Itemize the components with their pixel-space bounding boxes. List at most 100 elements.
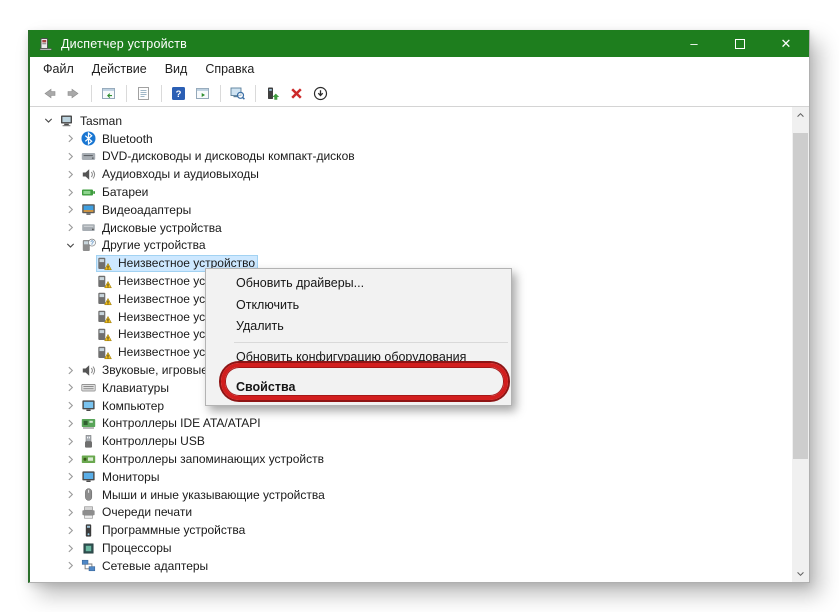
unknown-device-icon [97, 274, 114, 289]
chevron-right-icon[interactable] [60, 168, 80, 181]
sound-icon [81, 363, 98, 378]
printer-icon [81, 505, 98, 520]
back-button[interactable] [40, 84, 60, 104]
computer-icon [59, 113, 76, 128]
tree-item[interactable]: Контроллеры запоминающих устройств [30, 450, 792, 468]
disable-device-button[interactable] [311, 84, 331, 104]
toolbar-separator [91, 85, 92, 102]
tree-item-content: Клавиатуры [80, 379, 172, 396]
toolbar-separator [161, 85, 162, 102]
menu-file[interactable]: Файл [34, 59, 83, 79]
chevron-right-icon[interactable] [60, 399, 80, 412]
menu-action[interactable]: Действие [83, 59, 156, 79]
maximize-button[interactable] [717, 30, 763, 57]
minimize-button[interactable]: – [671, 30, 717, 57]
chevron-right-icon[interactable] [60, 364, 80, 377]
titlebar: Диспетчер устройств – ✕ [30, 30, 809, 57]
chevron-right-icon[interactable] [60, 524, 80, 537]
tree-item[interactable]: ?Другие устройства [30, 237, 792, 255]
chevron-down-icon[interactable] [38, 114, 58, 127]
chevron-right-icon[interactable] [60, 221, 80, 234]
tree-item-label: Компьютер [102, 399, 164, 413]
scrollbar-thumb[interactable] [793, 133, 808, 459]
context-menu-item-properties[interactable]: Свойства [206, 375, 511, 399]
properties-button[interactable] [134, 84, 154, 104]
tree-item-label: DVD-дисководы и дисководы компакт-дисков [102, 149, 355, 163]
scrollbar-up-button[interactable] [792, 107, 809, 124]
chevron-right-icon[interactable] [60, 453, 80, 466]
chevron-right-icon[interactable] [60, 186, 80, 199]
device-manager-app-icon [38, 36, 54, 52]
screenshot-background: Диспетчер устройств – ✕ ФайлДействиеВидС… [0, 0, 839, 612]
uninstall-device-button[interactable] [287, 84, 307, 104]
vertical-scrollbar[interactable] [792, 107, 809, 582]
chevron-right-icon[interactable] [60, 132, 80, 145]
menu-help[interactable]: Справка [196, 59, 263, 79]
console-tree-icon [101, 86, 117, 102]
uninstall-x-icon [289, 86, 305, 102]
chevron-right-icon[interactable] [60, 488, 80, 501]
tree-item[interactable]: Tasman [30, 112, 792, 130]
chevron-right-icon[interactable] [60, 203, 80, 216]
tree-item[interactable]: Очереди печати [30, 504, 792, 522]
tree-item[interactable]: Батареи [30, 183, 792, 201]
tree-item[interactable]: Контроллеры IDE ATA/ATAPI [30, 415, 792, 433]
chevron-right-icon[interactable] [60, 381, 80, 394]
tree-item-label: Контроллеры USB [102, 434, 205, 448]
tree-item-content: Компьютер [80, 397, 167, 414]
tree-item[interactable]: Процессоры [30, 539, 792, 557]
tree-item[interactable]: Мониторы [30, 468, 792, 486]
chevron-up-icon [795, 110, 806, 121]
tree-item-content: Мыши и иные указывающие устройства [80, 486, 328, 503]
update-driver-button[interactable] [263, 84, 283, 104]
chevron-right-icon[interactable] [60, 470, 80, 483]
chevron-right-icon[interactable] [60, 506, 80, 519]
tree-item[interactable]: Мыши и иные указывающие устройства [30, 486, 792, 504]
usb-icon [81, 434, 98, 449]
tree-item[interactable]: Дисковые устройства [30, 219, 792, 237]
scan-hardware-changes-button[interactable] [228, 84, 248, 104]
tree-item[interactable]: Аудиовходы и аудиовыходы [30, 165, 792, 183]
help-button[interactable]: ? [169, 84, 189, 104]
window-title: Диспетчер устройств [61, 37, 187, 51]
tree-item[interactable]: Сетевые адаптеры [30, 557, 792, 575]
help-icon: ? [171, 86, 187, 102]
context-menu-item-uninstall[interactable]: Удалить [206, 316, 511, 338]
chevron-right-icon[interactable] [60, 150, 80, 163]
tree-item[interactable]: Bluetooth [30, 130, 792, 148]
action-pane-button[interactable] [193, 84, 213, 104]
tree-item[interactable]: Контроллеры USB [30, 432, 792, 450]
tree-item-content: Батареи [80, 184, 151, 201]
tree-item-content: Контроллеры запоминающих устройств [80, 451, 327, 468]
action-pane-icon [195, 86, 211, 102]
context-menu-separator [234, 342, 508, 343]
tree-item-content: Аудиовходы и аудиовыходы [80, 166, 262, 183]
svg-text:?: ? [176, 89, 182, 100]
context-menu-item-disable[interactable]: Отключить [206, 295, 511, 317]
chevron-right-icon[interactable] [60, 417, 80, 430]
forward-button[interactable] [64, 84, 84, 104]
scrollbar-down-button[interactable] [792, 565, 809, 582]
tree-item[interactable]: Программные устройства [30, 521, 792, 539]
tree-item-label: Дисковые устройства [102, 221, 222, 235]
chevron-right-icon[interactable] [60, 559, 80, 572]
forward-arrow-icon [66, 86, 82, 102]
context-menu-item-update-drivers[interactable]: Обновить драйверы... [206, 273, 511, 295]
close-button[interactable]: ✕ [763, 30, 809, 57]
close-icon: ✕ [781, 36, 792, 52]
window-controls: – ✕ [671, 30, 809, 57]
show-console-tree-button[interactable] [99, 84, 119, 104]
chevron-right-icon[interactable] [60, 435, 80, 448]
tree-item-label: Контроллеры IDE ATA/ATAPI [102, 416, 261, 430]
menu-view[interactable]: Вид [156, 59, 197, 79]
properties-icon [136, 86, 152, 102]
chevron-right-icon[interactable] [60, 542, 80, 555]
toolbar-separator [255, 85, 256, 102]
update-driver-icon [265, 86, 281, 102]
tree-item[interactable]: Видеоадаптеры [30, 201, 792, 219]
maximize-icon [735, 39, 745, 49]
chevron-down-icon[interactable] [60, 239, 80, 252]
tree-item-label: Процессоры [102, 541, 172, 555]
tree-item[interactable]: DVD-дисководы и дисководы компакт-дисков [30, 148, 792, 166]
context-menu-item-update-hardware-config[interactable]: Обновить конфигурацию оборудования [206, 347, 511, 369]
